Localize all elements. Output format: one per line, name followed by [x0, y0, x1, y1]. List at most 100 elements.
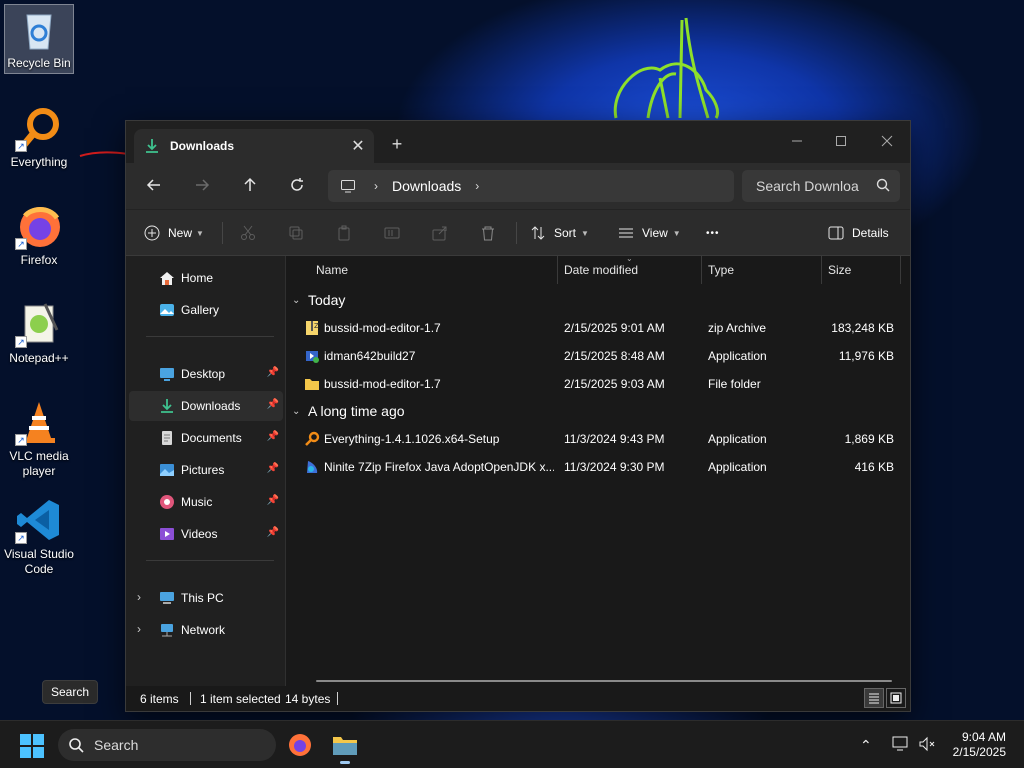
- pin-icon[interactable]: 📌: [267, 431, 279, 442]
- refresh-icon[interactable]: [281, 171, 313, 199]
- sidebar-item-music[interactable]: Music 📌: [129, 487, 283, 517]
- column-divider[interactable]: [821, 256, 822, 284]
- new-button[interactable]: New ▼: [144, 220, 204, 246]
- taskbar-firefox-button[interactable]: [288, 733, 312, 760]
- system-clock[interactable]: 9:04 AM 2/15/2025: [953, 730, 1006, 760]
- command-toolbar: New ▼ Sort ▼ View ▼ ••• Details: [126, 209, 910, 256]
- desktop-icon-notepad-plus-plus[interactable]: ↗ Notepad++: [4, 300, 74, 366]
- volume-muted-icon[interactable]: [918, 736, 936, 755]
- ninite-icon: [307, 461, 318, 473]
- file-size: 1,869 KB: [844, 432, 894, 446]
- file-row[interactable]: Z bussid-mod-editor-1.7 2/15/2025 9:01 A…: [292, 314, 900, 342]
- file-name: Ninite 7Zip Firefox Java AdoptOpenJDK x.…: [324, 460, 554, 474]
- chevron-right-icon[interactable]: ›: [137, 622, 141, 636]
- search-placeholder: Search Downloa: [756, 178, 859, 194]
- desktop-icon-vlc[interactable]: ↗ VLC media player: [4, 398, 74, 479]
- horizontal-scrollbar[interactable]: [316, 680, 892, 682]
- sidebar-item-label: This PC: [181, 591, 224, 605]
- close-window-icon[interactable]: [864, 127, 910, 155]
- pin-icon[interactable]: 📌: [267, 463, 279, 474]
- clock-time: 9:04 AM: [961, 730, 1006, 744]
- desktop-icon-everything[interactable]: ↗ Everything: [4, 104, 74, 170]
- vscode-icon: ↗: [15, 496, 63, 544]
- column-header-name[interactable]: Name: [316, 263, 348, 277]
- back-icon[interactable]: [138, 171, 170, 199]
- sidebar-item-pictures[interactable]: Pictures 📌: [129, 455, 283, 485]
- share-button[interactable]: [432, 220, 448, 246]
- sidebar-item-documents[interactable]: Documents 📌: [129, 423, 283, 453]
- pin-icon[interactable]: 📌: [267, 527, 279, 538]
- sidebar-item-home[interactable]: Home: [129, 263, 283, 293]
- vlc-cone-icon: ↗: [15, 398, 63, 446]
- column-header-type[interactable]: Type: [708, 263, 734, 277]
- column-header-date-modified[interactable]: Date modified: [564, 263, 638, 277]
- file-row[interactable]: bussid-mod-editor-1.7 2/15/2025 9:03 AM …: [292, 370, 900, 398]
- file-row[interactable]: Everything-1.4.1.1026.x64-Setup 11/3/202…: [292, 425, 900, 453]
- sidebar-item-desktop[interactable]: Desktop 📌: [129, 359, 283, 389]
- network-status-icon[interactable]: [892, 736, 910, 755]
- file-list-pane: Name Date modified ⌄ Type Size ⌄ Today Z…: [286, 254, 910, 686]
- pin-icon[interactable]: 📌: [267, 495, 279, 506]
- desktop-icon-vscode[interactable]: ↗ Visual Studio Code: [4, 496, 74, 577]
- delete-button[interactable]: [480, 220, 496, 246]
- column-divider[interactable]: [701, 256, 702, 284]
- pictures-folder-icon: [160, 464, 174, 476]
- group-header-a-long-time-ago[interactable]: ⌄ A long time ago: [292, 403, 405, 419]
- rename-button[interactable]: [384, 220, 400, 246]
- taskbar-search-box[interactable]: Search: [58, 729, 276, 761]
- desktop-icon-recycle-bin[interactable]: Recycle Bin: [4, 4, 74, 74]
- shortcut-arrow-icon: ↗: [15, 140, 27, 152]
- desktop-icon-firefox[interactable]: ↗ Firefox: [4, 202, 74, 268]
- sidebar-item-this-pc[interactable]: › This PC: [129, 583, 283, 613]
- pin-icon[interactable]: 📌: [267, 399, 279, 410]
- cut-button[interactable]: [240, 220, 256, 246]
- file-size: 183,248 KB: [831, 321, 894, 335]
- this-pc-icon: [160, 592, 174, 604]
- tiles-view-button[interactable]: [886, 688, 906, 708]
- search-tooltip: Search: [42, 680, 98, 704]
- gallery-icon: [160, 304, 174, 316]
- address-segment[interactable]: Downloads: [392, 178, 461, 194]
- desktop-icon-label: Everything: [10, 155, 68, 169]
- view-lines-icon: [619, 228, 633, 238]
- shortcut-arrow-icon: ↗: [15, 336, 27, 348]
- close-tab-icon[interactable]: ✕: [346, 136, 370, 156]
- chevron-right-icon[interactable]: ›: [475, 179, 479, 193]
- search-input[interactable]: Search Downloa: [742, 170, 900, 202]
- paste-button[interactable]: [336, 220, 352, 246]
- sort-icon: [531, 226, 545, 240]
- column-header-size[interactable]: Size: [828, 263, 851, 277]
- up-icon[interactable]: [234, 171, 266, 199]
- taskbar-file-explorer-button[interactable]: [332, 733, 358, 764]
- taskbar-search-label: Search: [94, 737, 139, 753]
- pin-icon[interactable]: 📌: [267, 367, 279, 378]
- chevron-right-icon[interactable]: ›: [137, 590, 141, 604]
- details-pane-button[interactable]: Details: [828, 220, 889, 246]
- view-button[interactable]: View ▼: [618, 220, 681, 246]
- file-row[interactable]: Ninite 7Zip Firefox Java AdoptOpenJDK x.…: [292, 453, 900, 481]
- minimize-icon[interactable]: [774, 127, 820, 155]
- show-hidden-icons-icon[interactable]: ⌃: [860, 737, 872, 754]
- more-options-icon[interactable]: •••: [706, 220, 720, 246]
- chevron-down-icon: ▼: [196, 228, 204, 238]
- copy-button[interactable]: [288, 220, 304, 246]
- videos-folder-icon: [160, 528, 174, 540]
- start-button[interactable]: [20, 734, 44, 761]
- sort-button[interactable]: Sort ▼: [530, 220, 589, 246]
- sidebar-item-network[interactable]: › Network: [129, 615, 283, 645]
- sidebar-item-downloads[interactable]: Downloads 📌: [129, 391, 283, 421]
- maximize-icon[interactable]: [818, 127, 864, 155]
- address-bar[interactable]: › Downloads ›: [328, 170, 734, 202]
- column-divider[interactable]: [557, 256, 558, 284]
- file-row[interactable]: idman642build27 2/15/2025 8:48 AM Applic…: [292, 342, 900, 370]
- column-divider[interactable]: [900, 256, 901, 284]
- sidebar-item-videos[interactable]: Videos 📌: [129, 519, 283, 549]
- group-header-today[interactable]: ⌄ Today: [292, 292, 345, 308]
- sidebar-item-gallery[interactable]: Gallery: [129, 295, 283, 325]
- forward-icon[interactable]: [186, 171, 218, 199]
- details-view-button[interactable]: [864, 688, 884, 708]
- new-tab-icon[interactable]: +: [386, 133, 408, 155]
- chevron-right-icon[interactable]: ›: [374, 179, 378, 193]
- tab-downloads[interactable]: Downloads ✕: [134, 129, 374, 163]
- sort-indicator-icon: ⌄: [626, 254, 633, 263]
